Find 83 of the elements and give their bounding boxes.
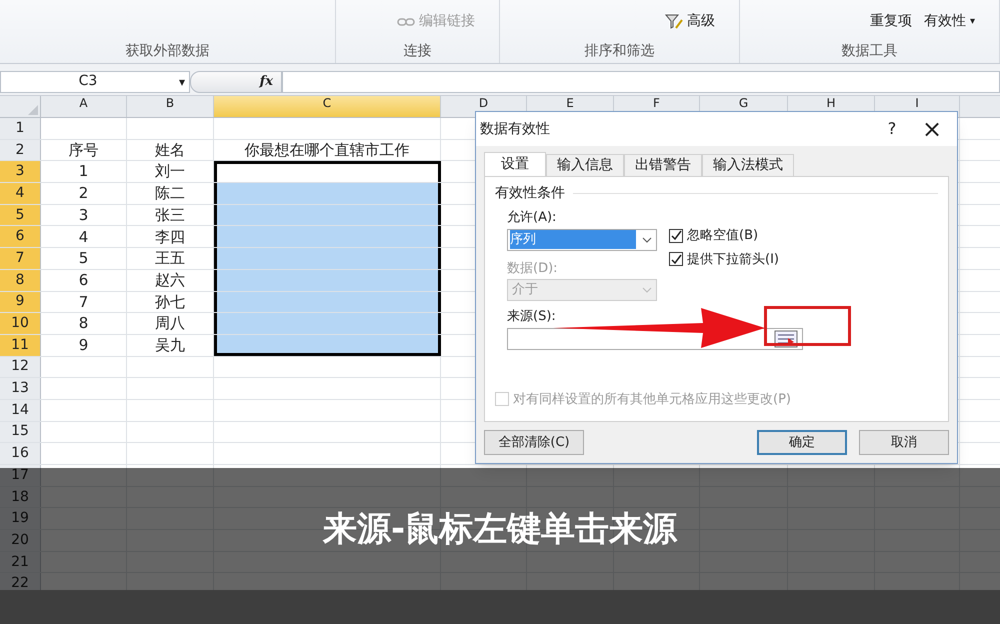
dialog-tab[interactable]: 设置 xyxy=(484,152,546,176)
cell-text: 赵六 xyxy=(155,270,185,291)
name-box[interactable]: C3 ▾ xyxy=(0,70,190,92)
cell-text: 9 xyxy=(78,334,88,356)
caret-icon[interactable]: ▾ xyxy=(174,72,189,90)
filter-icon xyxy=(665,14,683,30)
selected-cell[interactable] xyxy=(214,334,441,356)
checkbox-label: 忽略空值(B) xyxy=(687,227,758,245)
selected-cell[interactable] xyxy=(214,226,441,248)
cell-text: 4 xyxy=(78,226,88,248)
ribbon-button[interactable]: 高级 xyxy=(665,11,715,32)
cell-text: 6 xyxy=(78,270,88,291)
section-label: 有效性条件 xyxy=(495,184,565,203)
cell-text: 8 xyxy=(78,313,88,334)
row-header[interactable]: 3 xyxy=(0,161,41,182)
cell-text: 陈二 xyxy=(155,183,185,204)
row-header[interactable]: 14 xyxy=(0,400,41,421)
cell-text: 孙七 xyxy=(155,292,185,313)
row-header[interactable]: 16 xyxy=(0,443,41,464)
selected-cell[interactable] xyxy=(214,204,441,226)
row-header[interactable]: 12 xyxy=(0,356,41,378)
cell-text: 你最想在哪个直辖市工作 xyxy=(244,140,410,161)
row-header[interactable]: 2 xyxy=(0,140,41,160)
formula-field[interactable] xyxy=(282,70,1000,92)
formula-button[interactable]: fx xyxy=(190,70,282,92)
selected-cell[interactable] xyxy=(214,313,441,334)
checkbox[interactable] xyxy=(669,228,683,243)
cell-text: 7 xyxy=(78,292,88,313)
selected-cell[interactable] xyxy=(214,270,441,290)
cell-text: 周八 xyxy=(155,313,185,334)
selected-cell[interactable] xyxy=(214,292,441,312)
row-header[interactable]: 4 xyxy=(0,183,41,204)
row-header[interactable]: 8 xyxy=(0,270,41,290)
dialog-tab[interactable]: 输入信息 xyxy=(546,154,624,176)
dialog-button[interactable]: 确定 xyxy=(757,430,847,455)
checkbox-label: 提供下拉箭头(I) xyxy=(687,250,779,268)
check-icon xyxy=(670,254,682,265)
close-button[interactable]: × xyxy=(917,117,947,141)
cell-text: 5 xyxy=(78,248,88,270)
checkbox[interactable] xyxy=(669,252,683,266)
dialog-button[interactable]: 全部清除(C) xyxy=(484,430,584,455)
selected-cell[interactable] xyxy=(214,248,441,269)
field-label: 允许(A): xyxy=(507,209,558,227)
cell-text: 1 xyxy=(78,161,88,182)
row-header[interactable]: 15 xyxy=(0,422,41,442)
cell-text: 张三 xyxy=(155,204,185,226)
row-header[interactable]: 6 xyxy=(0,226,41,248)
cell-text: 吴九 xyxy=(155,334,185,356)
row-header[interactable]: 9 xyxy=(0,292,41,312)
cell-text: 序号 xyxy=(68,140,98,161)
ribbon-button[interactable]: 重复项 xyxy=(870,11,912,32)
triangle-icon xyxy=(28,105,38,115)
row-header[interactable]: 11 xyxy=(0,334,41,356)
row-header[interactable]: 7 xyxy=(0,248,41,269)
checkbox-label: 对有同样设置的所有其他单元格应用这些更改(P) xyxy=(513,390,791,408)
ribbon-button[interactable]: 有效性 ▾ xyxy=(924,11,975,32)
selected-cell[interactable] xyxy=(214,183,441,204)
field-label: 来源(S): xyxy=(507,308,557,326)
row-header[interactable]: 10 xyxy=(0,313,41,334)
row-header[interactable]: 13 xyxy=(0,378,41,399)
field-label: 数据(D): xyxy=(507,260,559,278)
ribbon-group-label: 数据工具 xyxy=(842,42,898,60)
dialog-title: 数据有效性 xyxy=(480,120,551,138)
ribbon-group-label: 连接 xyxy=(404,42,432,60)
ribbon-group-label: 获取外部数据 xyxy=(126,42,210,60)
cell-text: 2 xyxy=(78,183,88,204)
row-header[interactable]: 5 xyxy=(0,204,41,226)
link-icon xyxy=(397,16,415,26)
dialog-tab[interactable]: 输入法模式 xyxy=(702,154,794,176)
cell-text: 刘一 xyxy=(155,161,185,182)
cell-text: 3 xyxy=(78,204,88,226)
ribbon-group-label: 排序和筛选 xyxy=(584,42,654,60)
cell-text: 王五 xyxy=(155,248,185,270)
column-header[interactable]: A xyxy=(41,96,127,117)
cell-text: 姓名 xyxy=(155,140,185,161)
dialog-button[interactable]: 取消 xyxy=(859,430,949,455)
row-header[interactable]: 1 xyxy=(0,118,41,139)
check-icon xyxy=(670,230,682,242)
caption-text: 来源-鼠标左键单击来源 xyxy=(322,508,678,550)
column-header[interactable]: C xyxy=(214,96,441,117)
dialog-tab[interactable]: 出错警告 xyxy=(624,154,702,176)
cell-text: 李四 xyxy=(155,226,185,248)
help-button[interactable]: ? xyxy=(877,117,907,141)
